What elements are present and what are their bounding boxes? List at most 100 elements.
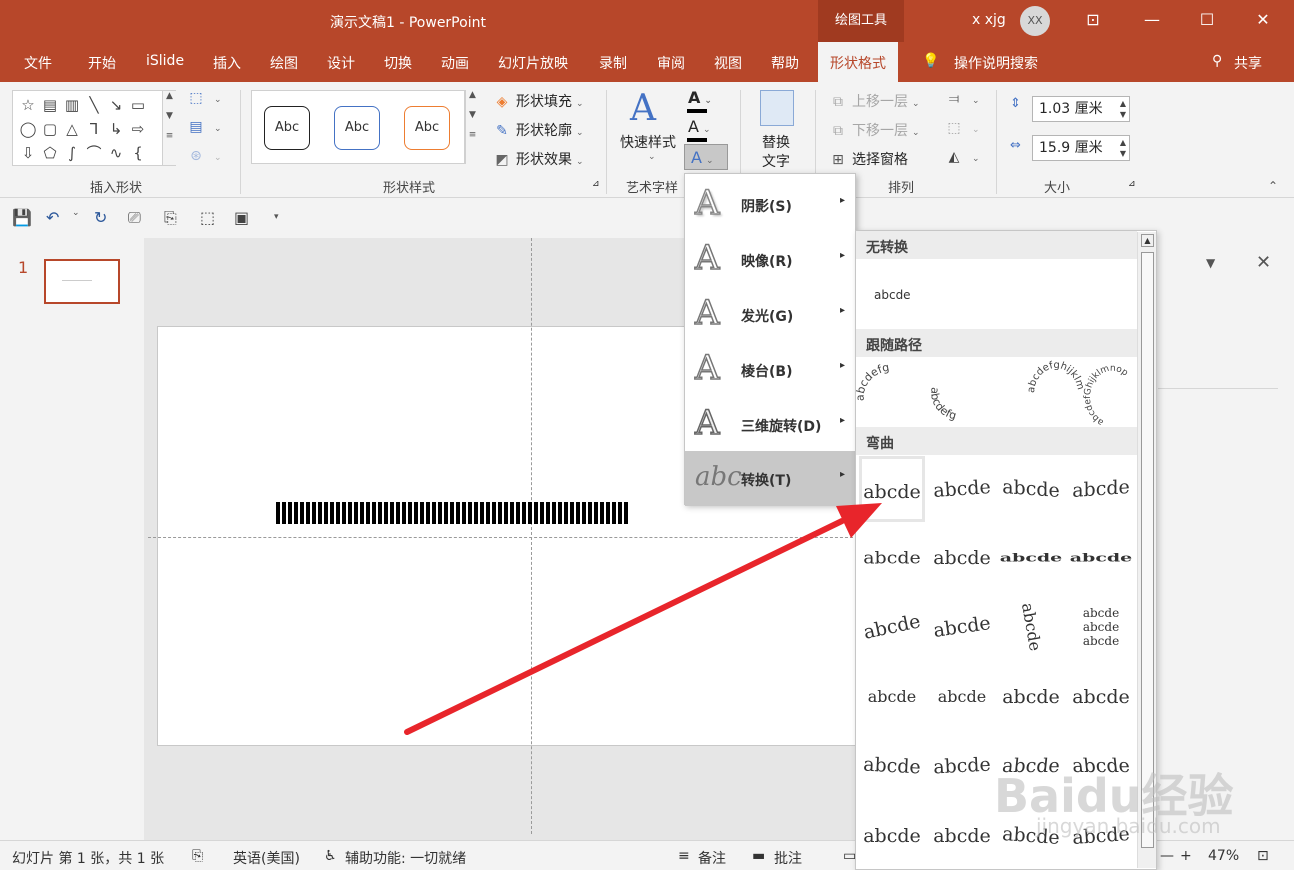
share-button[interactable]: 共享: [1234, 53, 1262, 73]
fit-icon[interactable]: ⬚: [200, 208, 215, 227]
down-arrow-shape-icon[interactable]: ⇩: [17, 141, 39, 165]
scroll-up-icon[interactable]: ▲: [1141, 234, 1154, 247]
vertical-textbox-shape-icon[interactable]: ▥: [61, 93, 83, 117]
menu-item-transform[interactable]: abc 转换(T) ▸: [685, 451, 855, 506]
present-icon[interactable]: ⎘: [164, 208, 177, 228]
wordart-text-shape[interactable]: [276, 502, 628, 524]
triangle-shape-icon[interactable]: △: [61, 117, 83, 141]
warp-option[interactable]: abcde: [929, 803, 995, 869]
tab-slideshow[interactable]: 幻灯片放映: [498, 53, 568, 73]
alt-text-icon[interactable]: [760, 90, 794, 126]
selection-pane-button[interactable]: ⊞ 选择窗格: [828, 149, 908, 169]
accessibility-status[interactable]: 辅助功能: 一切就绪: [345, 848, 466, 868]
oval-shape-icon[interactable]: ◯: [17, 117, 39, 141]
style-sample-black[interactable]: Abc: [264, 106, 310, 150]
path-button-option[interactable]: abcdefGhijklmnop: [1083, 364, 1130, 427]
scribble-shape-icon[interactable]: ∫: [61, 141, 83, 165]
merge-shapes-icon[interactable]: ⊛ ⌄: [186, 148, 221, 164]
customize-qat-icon[interactable]: ▾: [274, 212, 279, 222]
text-fill-icon[interactable]: A ⌄: [688, 88, 712, 107]
height-stepper[interactable]: ▲ ▼: [1120, 98, 1126, 120]
collapse-ribbon-icon[interactable]: ⌃: [1268, 179, 1278, 193]
size-dialog-launcher-icon[interactable]: ⊿: [1128, 179, 1136, 189]
line-shape-icon[interactable]: ╲: [83, 93, 105, 117]
warp-option[interactable]: abcde: [929, 664, 995, 730]
align-icon[interactable]: ⫤ ⌄: [944, 91, 980, 107]
warp-option[interactable]: abcde: [998, 454, 1064, 525]
elbow-arrow-shape-icon[interactable]: ↳: [105, 117, 127, 141]
warp-option[interactable]: abcde: [857, 731, 926, 800]
warp-option[interactable]: abcde: [925, 590, 1000, 665]
menu-item-reflection[interactable]: A 映像(R) ▸: [685, 232, 855, 287]
tab-islide[interactable]: iSlide: [146, 53, 184, 69]
warp-option[interactable]: abcde: [929, 525, 995, 591]
warp-option[interactable]: abcde: [927, 454, 997, 524]
width-input[interactable]: 15.9 厘米 ▲ ▼: [1032, 135, 1130, 161]
text-effects-button[interactable]: A ⌄: [684, 144, 728, 170]
lightbulb-icon[interactable]: 💡: [922, 53, 939, 69]
undo-dropdown-icon[interactable]: ⌄: [72, 208, 80, 218]
accessibility-icon[interactable]: ♿: [324, 848, 337, 864]
freeform-shape-icon[interactable]: ⬠: [39, 141, 61, 165]
tab-review[interactable]: 审阅: [657, 53, 685, 73]
warp-option[interactable]: abcde abcde abcde: [1068, 594, 1134, 660]
rounded-rectangle-shape-icon[interactable]: ▢: [39, 117, 61, 141]
warp-square-option[interactable]: abcde: [859, 456, 925, 522]
zoom-level[interactable]: 47%: [1208, 848, 1239, 864]
text-outline-icon[interactable]: A ⌄: [688, 117, 711, 136]
zoom-in-icon[interactable]: +: [1180, 848, 1192, 864]
close-icon[interactable]: ✕: [1248, 8, 1278, 32]
maximize-icon[interactable]: ☐: [1192, 8, 1222, 32]
picture-icon[interactable]: ▣: [234, 208, 249, 227]
zoom-slider[interactable]: —: [1160, 848, 1174, 864]
warp-option[interactable]: abcde: [856, 588, 931, 666]
arc-shape-icon[interactable]: ⌒: [83, 141, 105, 165]
shape-fill-button[interactable]: ◈ 形状填充 ⌄: [492, 91, 584, 111]
horizontal-guide[interactable]: [148, 537, 858, 538]
tab-transitions[interactable]: 切换: [384, 53, 412, 73]
tab-design[interactable]: 设计: [327, 53, 355, 73]
tab-file[interactable]: 文件: [24, 53, 52, 73]
close-pane-icon[interactable]: ✕: [1256, 252, 1271, 273]
quick-styles-button[interactable]: 快速样式: [620, 132, 676, 152]
path-circle-option[interactable]: abcdefghijklm: [1026, 360, 1086, 394]
notes-button[interactable]: 备注: [698, 848, 726, 868]
pane-options-icon[interactable]: ▼: [1206, 256, 1215, 270]
rotate-icon[interactable]: ◭ ⌄: [944, 149, 980, 165]
quick-styles-icon[interactable]: A: [630, 88, 656, 129]
warp-option[interactable]: abcde: [859, 803, 925, 869]
tab-home[interactable]: 开始: [88, 53, 116, 73]
shape-styles-gallery[interactable]: Abc Abc Abc: [251, 90, 465, 164]
menu-item-glow[interactable]: A 发光(G) ▸: [685, 287, 855, 342]
tab-view[interactable]: 视图: [714, 53, 742, 73]
warp-option[interactable]: abcde: [998, 664, 1064, 730]
alt-text-button-line1[interactable]: 替换: [762, 132, 790, 152]
bring-forward-button[interactable]: ⧉ 上移一层 ⌄: [828, 91, 920, 111]
start-slideshow-icon[interactable]: ⎚: [128, 208, 141, 228]
comments-button[interactable]: 批注: [774, 848, 802, 868]
tell-me-search[interactable]: 操作说明搜索: [954, 53, 1038, 73]
rectangle-shape-icon[interactable]: ▭: [127, 93, 149, 117]
brace-shape-icon[interactable]: {: [127, 141, 149, 165]
right-arrow-shape-icon[interactable]: ⇨: [127, 117, 149, 141]
warp-option[interactable]: abcde: [859, 664, 925, 730]
warp-option[interactable]: abcde: [993, 589, 1069, 665]
undo-icon[interactable]: ↶: [46, 208, 59, 227]
save-icon[interactable]: 💾: [12, 208, 32, 227]
textbox-shape-icon[interactable]: ▤: [39, 93, 61, 117]
ribbon-display-options-icon[interactable]: ⊡: [1078, 8, 1108, 32]
height-input[interactable]: 1.03 厘米 ▲ ▼: [1032, 96, 1130, 122]
redo-icon[interactable]: ↻: [94, 208, 107, 227]
style-sample-blue[interactable]: Abc: [334, 106, 380, 150]
slide-thumbnail[interactable]: [44, 259, 120, 304]
star-shape-icon[interactable]: ☆: [17, 93, 39, 117]
shapes-gallery[interactable]: ☆ ▤ ▥ ╲ ↘ ▭ ◯ ▢ △ ⅂ ↳ ⇨ ⇩ ⬠ ∫ ⌒ ∿ {: [12, 90, 176, 166]
elbow-connector-shape-icon[interactable]: ⅂: [83, 117, 105, 141]
user-name[interactable]: x xjg: [972, 12, 1006, 28]
fit-slide-icon[interactable]: ⊡: [1257, 848, 1269, 864]
warp-option[interactable]: abcde: [1068, 538, 1134, 578]
tab-animations[interactable]: 动画: [441, 53, 469, 73]
send-backward-button[interactable]: ⧉ 下移一层 ⌄: [828, 120, 920, 140]
scroll-thumb[interactable]: [1141, 252, 1154, 848]
comments-icon[interactable]: ▬: [752, 848, 765, 864]
